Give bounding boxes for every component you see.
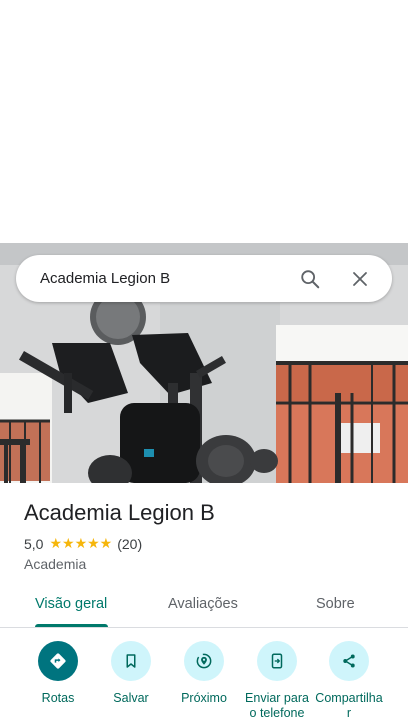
share-icon bbox=[329, 641, 369, 681]
tab-reviews[interactable]: Avaliações bbox=[168, 596, 238, 612]
directions-label: Rotas bbox=[41, 691, 75, 705]
place-category[interactable]: Academia bbox=[24, 556, 86, 572]
bookmark-icon bbox=[111, 641, 151, 681]
rating-row[interactable]: 5,0 ★★★★★ (20) bbox=[24, 536, 142, 552]
send-to-phone-label: Enviar para o telefone bbox=[245, 691, 309, 720]
review-count[interactable]: (20) bbox=[117, 536, 142, 552]
directions-button[interactable]: Rotas bbox=[20, 641, 96, 706]
save-button[interactable]: Salvar bbox=[93, 641, 169, 706]
search-bar[interactable]: Academia Legion B bbox=[16, 255, 392, 302]
share-button[interactable]: Compartilhar bbox=[311, 641, 387, 721]
rating-stars: ★★★★★ bbox=[49, 536, 113, 552]
action-buttons: Rotas Salvar Próximo Enviar para o telef… bbox=[0, 640, 408, 726]
directions-icon bbox=[38, 641, 78, 681]
tab-about[interactable]: Sobre bbox=[316, 596, 355, 612]
place-title: Academia Legion B bbox=[24, 500, 215, 525]
send-to-phone-icon bbox=[257, 641, 297, 681]
nearby-icon bbox=[184, 641, 224, 681]
share-label: Compartilhar bbox=[315, 691, 383, 720]
search-icon[interactable] bbox=[292, 261, 328, 297]
save-label: Salvar bbox=[113, 691, 149, 705]
tab-bar: Visão geral Avaliações Sobre bbox=[0, 584, 408, 628]
search-input[interactable]: Academia Legion B bbox=[40, 270, 292, 287]
close-icon[interactable] bbox=[342, 261, 378, 297]
nearby-button[interactable]: Próximo bbox=[166, 641, 242, 706]
send-to-phone-button[interactable]: Enviar para o telefone bbox=[239, 641, 315, 721]
tab-overview[interactable]: Visão geral bbox=[35, 596, 107, 612]
map-blank-area bbox=[0, 0, 408, 243]
nearby-label: Próximo bbox=[181, 691, 227, 705]
active-tab-indicator bbox=[35, 624, 108, 627]
rating-value: 5,0 bbox=[24, 536, 44, 552]
